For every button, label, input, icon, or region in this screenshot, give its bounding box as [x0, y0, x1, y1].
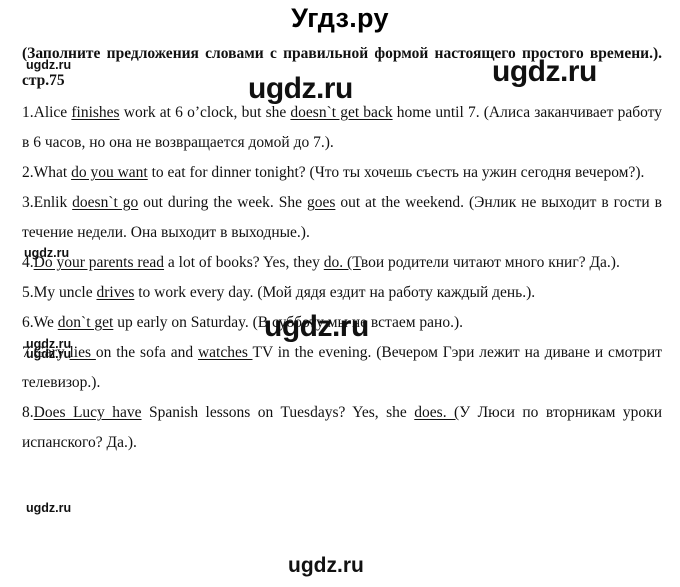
answer-underlined: does. (: [414, 404, 460, 421]
exercise-item: 3.Enlik doesn`t go out during the week. …: [22, 188, 662, 248]
answer-underlined: finishes: [71, 104, 120, 121]
answer-underlined: do. (Т: [323, 254, 361, 271]
exercise-item-number: 1.: [22, 104, 34, 121]
answer-underlined: do you want: [71, 164, 148, 181]
sentence-text: Alice: [33, 104, 72, 121]
sentence-text: up early on Saturday. (В субботу мы не в…: [113, 314, 463, 331]
sentence-text: Gary: [33, 344, 70, 361]
answer-underlined: lies: [69, 344, 96, 361]
task-instruction: (Заполните предложения словами с правиль…: [22, 40, 662, 94]
exercise-item-number: 5.: [22, 284, 34, 301]
sentence-text: My uncle: [33, 284, 97, 301]
exercise-item: 7.Gary lies on the sofa and watches TV i…: [22, 338, 662, 398]
answer-underlined: goes: [306, 194, 336, 211]
answer-underlined: doesn`t go: [72, 194, 139, 211]
exercise-item-number: 7.: [22, 344, 34, 361]
sentence-text: work at 6 o’clock, but she: [119, 104, 291, 121]
task-instruction-line2: простого времени.).: [521, 45, 663, 62]
sentence-text: to eat for dinner tonight? (Что ты хочеш…: [147, 164, 645, 181]
answer-underlined: Does Lucy have: [33, 404, 142, 421]
exercise-item: 5.My uncle drives to work every day. (Мо…: [22, 278, 662, 308]
exercise-item-number: 6.: [22, 314, 34, 331]
sentence-text: Enlik: [33, 194, 73, 211]
task-instruction-line1: (Заполните предложения словами с правиль…: [22, 45, 516, 62]
sentence-text: We: [33, 314, 58, 331]
exercise-item: 1.Alice finishes work at 6 o’clock, but …: [22, 98, 662, 158]
exercise-list: 1.Alice finishes work at 6 o’clock, but …: [22, 98, 662, 458]
exercise-item: 8.Does Lucy have Spanish lessons on Tues…: [22, 398, 662, 458]
exercise-item-number: 8.: [22, 404, 34, 421]
document-body: (Заполните предложения словами с правиль…: [22, 40, 662, 458]
answer-underlined: drives: [96, 284, 135, 301]
sentence-text: on the sofa and: [95, 344, 198, 361]
answer-underlined: Do your parents read: [33, 254, 165, 271]
exercise-item: 4.Do your parents read a lot of books? Y…: [22, 248, 662, 278]
exercise-item: 2.What do you want to eat for dinner ton…: [22, 158, 662, 188]
site-logo[interactable]: Угдз.ру: [291, 0, 389, 36]
site-header: Угдз.ру: [0, 0, 680, 38]
answer-underlined: watches: [197, 344, 253, 361]
sentence-text: Spanish lessons on Tuesdays? Yes, she: [141, 404, 415, 421]
watermark: ugdz.ru: [288, 554, 364, 577]
exercise-item-number: 4.: [22, 254, 34, 271]
sentence-text: out during the week. She: [138, 194, 307, 211]
watermark: ugdz.ru: [26, 501, 72, 515]
sentence-text: a lot of books? Yes, they: [164, 254, 324, 271]
task-page-reference: стр.75: [22, 72, 65, 89]
answer-underlined: doesn`t get back: [290, 104, 393, 121]
answer-underlined: don`t get: [57, 314, 114, 331]
sentence-text: What: [33, 164, 72, 181]
exercise-item: 6.We don`t get up early on Saturday. (В …: [22, 308, 662, 338]
sentence-text: вои родители читают много книг? Да.).: [360, 254, 620, 271]
sentence-text: to work every day. (Мой дядя ездит на ра…: [134, 284, 536, 301]
exercise-item-number: 3.: [22, 194, 34, 211]
exercise-item-number: 2.: [22, 164, 34, 181]
